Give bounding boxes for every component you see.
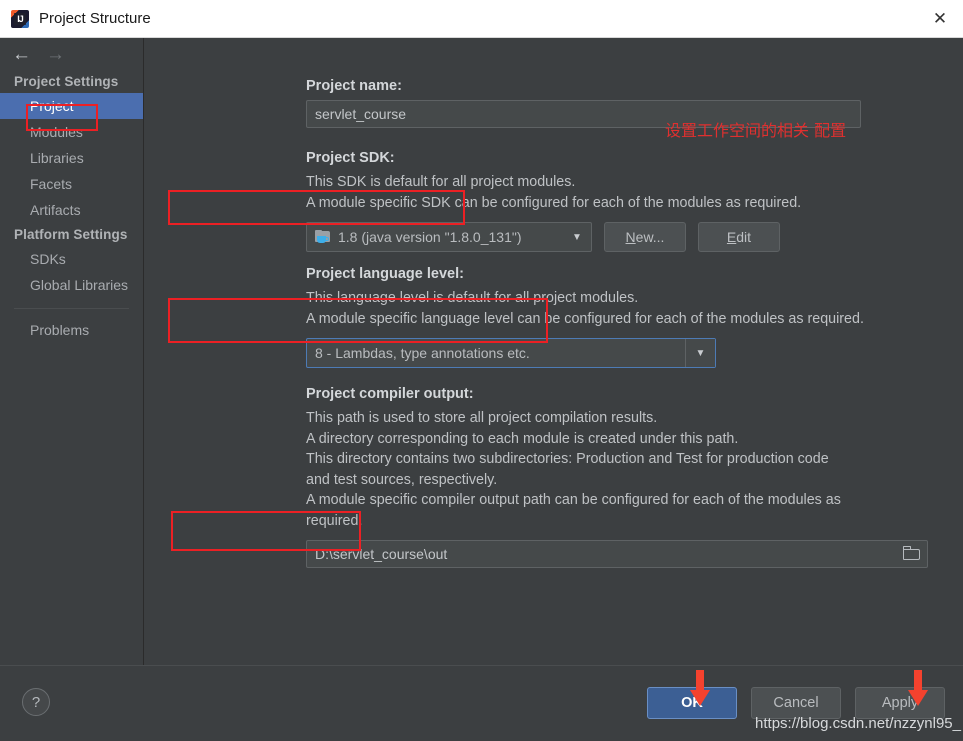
sidebar-item-modules[interactable]: Modules: [0, 119, 143, 145]
java-sdk-folder-icon: [315, 230, 331, 244]
sidebar-item-global-libraries[interactable]: Global Libraries: [0, 272, 143, 298]
forward-arrow-icon[interactable]: →: [46, 45, 65, 64]
compiler-output-desc-line-6: required.: [306, 512, 363, 529]
project-sdk-row: 1.8 (java version "1.8.0_131") ▼ New... …: [306, 222, 963, 252]
sidebar-item-libraries[interactable]: Libraries: [0, 145, 143, 171]
new-sdk-button[interactable]: New...: [604, 222, 686, 252]
project-name-label: Project name:: [306, 78, 402, 94]
chevron-down-icon[interactable]: ▼: [685, 339, 715, 367]
sidebar: ← → Project Settings Project Modules Lib…: [0, 38, 144, 703]
compiler-output-desc-line-3: This directory contains two subdirectori…: [306, 451, 829, 467]
sidebar-item-sdks[interactable]: SDKs: [0, 246, 143, 272]
compiler-output-desc-line-2: A directory corresponding to each module…: [306, 430, 739, 447]
sidebar-item-project[interactable]: Project: [0, 93, 143, 119]
sidebar-divider: [14, 308, 129, 309]
window-title: Project Structure: [39, 10, 151, 27]
compiler-output-desc-line-1: This path is used to store all project c…: [306, 410, 658, 426]
ok-button[interactable]: OK: [647, 687, 737, 719]
chevron-down-icon[interactable]: ▼: [563, 223, 591, 251]
back-arrow-icon[interactable]: ←: [12, 45, 31, 64]
intellij-idea-icon: IJ: [11, 9, 29, 28]
new-sdk-button-mnemonic: N: [625, 229, 636, 245]
sidebar-item-problems[interactable]: Problems: [0, 317, 143, 343]
project-language-level-dropdown[interactable]: 8 - Lambdas, type annotations etc. ▼: [306, 338, 716, 368]
compiler-output-desc-line-5: A module specific compiler output path c…: [306, 492, 841, 508]
project-sdk-desc-line-2: A module specific SDK can be configured …: [306, 194, 802, 211]
dialog-footer: ? OK Cancel Apply https://blog.csdn.net/…: [0, 665, 963, 741]
compiler-output-desc-line-4: and test sources, respectively.: [306, 471, 498, 488]
project-sdk-dropdown[interactable]: 1.8 (java version "1.8.0_131") ▼: [306, 222, 592, 252]
new-sdk-button-label: ew...: [635, 229, 665, 245]
sidebar-group-project-settings: Project Settings: [14, 74, 119, 89]
close-icon[interactable]: ✕: [917, 0, 963, 37]
title-bar: IJ Project Structure ✕: [0, 0, 963, 38]
project-language-level-label: Project language level:: [306, 266, 464, 282]
compiler-output-path-row: D:\servlet_course\out: [306, 540, 928, 568]
project-sdk-desc-line-1: This SDK is default for all project modu…: [306, 174, 576, 190]
edit-sdk-button-mnemonic: E: [726, 229, 737, 245]
project-language-level-value: 8 - Lambdas, type annotations etc.: [315, 345, 530, 361]
watermark-url: https://blog.csdn.net/nzzynl95_: [755, 715, 961, 732]
edit-sdk-button-label: dit: [736, 229, 752, 245]
project-sdk-value: 1.8 (java version "1.8.0_131"): [338, 229, 522, 245]
compiler-output-path-input[interactable]: D:\servlet_course\out: [306, 540, 928, 568]
project-sdk-label: Project SDK:: [306, 150, 395, 166]
project-language-level-desc-line-2: A module specific language level can be …: [306, 310, 864, 327]
project-compiler-output-label: Project compiler output:: [306, 386, 474, 402]
sidebar-group-platform-settings: Platform Settings: [14, 227, 128, 242]
sidebar-item-artifacts[interactable]: Artifacts: [0, 197, 143, 223]
help-button[interactable]: ?: [22, 688, 50, 716]
edit-sdk-button[interactable]: Edit: [698, 222, 780, 252]
project-language-level-desc-line-1: This language level is default for all p…: [306, 290, 639, 306]
folder-browse-icon[interactable]: [902, 545, 922, 563]
sidebar-nav-arrows: ← →: [0, 38, 143, 70]
chinese-annotation-note: 设置工作空间的相关 配置: [665, 121, 847, 140]
sidebar-item-facets[interactable]: Facets: [0, 171, 143, 197]
